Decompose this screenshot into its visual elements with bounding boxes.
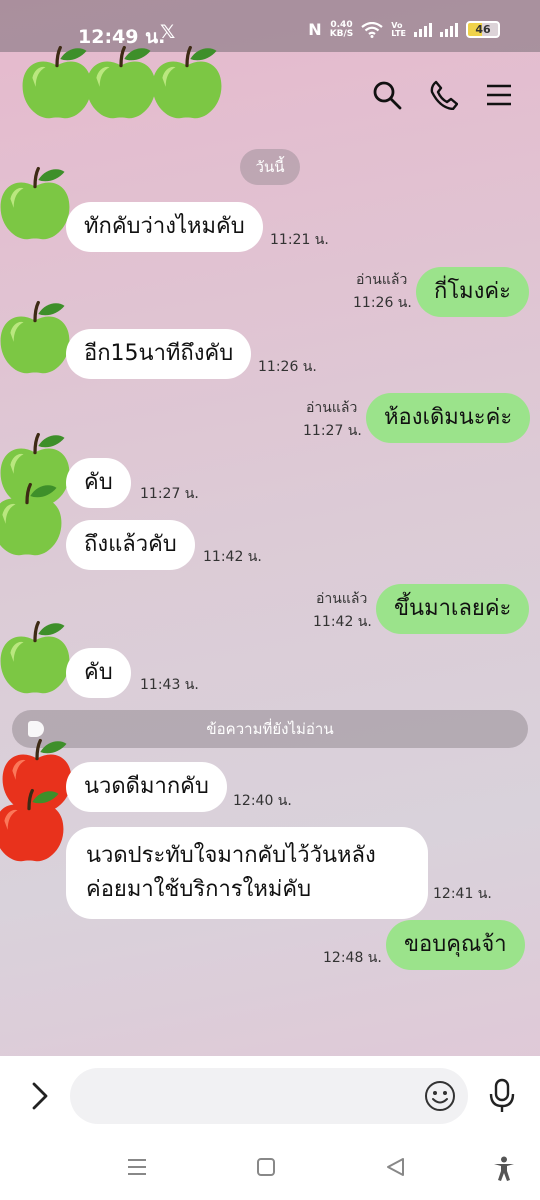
avatar[interactable] [0, 478, 68, 560]
recent-apps-icon[interactable] [126, 1156, 148, 1178]
message-bubble-outgoing[interactable]: กี่โมงค่ะ [416, 267, 529, 317]
message-bubble-incoming[interactable]: นวดประทับใจมากคับไว้วันหลัง ค่อยมาใช้บริ… [66, 827, 428, 919]
phone-icon[interactable] [430, 80, 458, 110]
system-navigation-bar [0, 1138, 540, 1200]
message-line: ค่อยมาใช้บริการใหม่คับ [86, 877, 312, 902]
message-time: 12:40 น. [233, 793, 292, 809]
message-time: 11:27 น. [303, 423, 362, 439]
message-bubble-incoming[interactable]: อีก15นาทีถึงคับ [66, 329, 252, 379]
message-time: 11:27 น. [140, 486, 199, 502]
message-bubble-outgoing[interactable]: ห้องเดิมนะค่ะ [366, 393, 531, 443]
emoji-icon[interactable] [424, 1080, 456, 1112]
message-time: 11:42 น. [313, 614, 372, 630]
message-bubble-incoming[interactable]: ถึงแล้วคับ [66, 520, 195, 570]
network-speed: 0.40 KB/S [329, 19, 354, 39]
apple-logo-icon [20, 45, 224, 120]
nfc-icon: N [308, 20, 322, 39]
message-time: 11:26 น. [353, 295, 412, 311]
accessibility-icon[interactable] [492, 1156, 516, 1182]
microphone-icon[interactable] [488, 1078, 516, 1114]
avatar[interactable] [0, 296, 76, 378]
message-time: 11:42 น. [203, 549, 262, 565]
search-icon[interactable] [372, 80, 402, 110]
message-bubble-incoming[interactable]: คับ [66, 458, 131, 508]
message-bubble-outgoing[interactable]: ขอบคุณจ้า [386, 920, 525, 970]
message-input[interactable] [70, 1068, 468, 1124]
message-time: 12:48 น. [323, 950, 382, 966]
home-icon[interactable] [255, 1156, 277, 1178]
read-receipt: อ่านแล้ว [356, 272, 408, 288]
menu-icon[interactable] [486, 83, 512, 107]
message-time: 12:41 น. [433, 886, 492, 902]
avatar[interactable] [0, 162, 76, 244]
message-bubble-incoming[interactable]: ทักคับว่างไหมคับ [66, 202, 263, 252]
message-input-bar [0, 1056, 540, 1138]
read-receipt: อ่านแล้ว [306, 400, 358, 416]
header-actions [372, 80, 512, 110]
avatar[interactable] [0, 784, 70, 866]
battery-icon: 46 [466, 21, 500, 38]
volte-indicator: Vo LTE [391, 20, 406, 38]
message-time: 11:21 น. [270, 232, 329, 248]
avatar[interactable] [0, 616, 76, 698]
message-bubble-incoming[interactable]: นวดดีมากคับ [66, 762, 227, 812]
wifi-icon [361, 21, 383, 38]
unread-messages-divider: ข้อความที่ยังไม่อ่าน [12, 710, 528, 748]
date-separator: วันนี้ [240, 149, 300, 185]
message-bubble-incoming[interactable]: คับ [66, 648, 131, 698]
chevron-right-icon[interactable] [26, 1076, 52, 1116]
message-time: 11:43 น. [140, 677, 199, 693]
read-receipt: อ่านแล้ว [316, 591, 368, 607]
message-time: 11:26 น. [258, 359, 317, 375]
message-line: นวดประทับใจมากคับไว้วันหลัง [86, 843, 376, 868]
signal-icon-1 [414, 22, 432, 37]
back-icon[interactable] [384, 1156, 406, 1178]
message-bubble-outgoing[interactable]: ขึ้นมาเลยค่ะ [376, 584, 530, 634]
signal-icon-2 [440, 22, 458, 37]
